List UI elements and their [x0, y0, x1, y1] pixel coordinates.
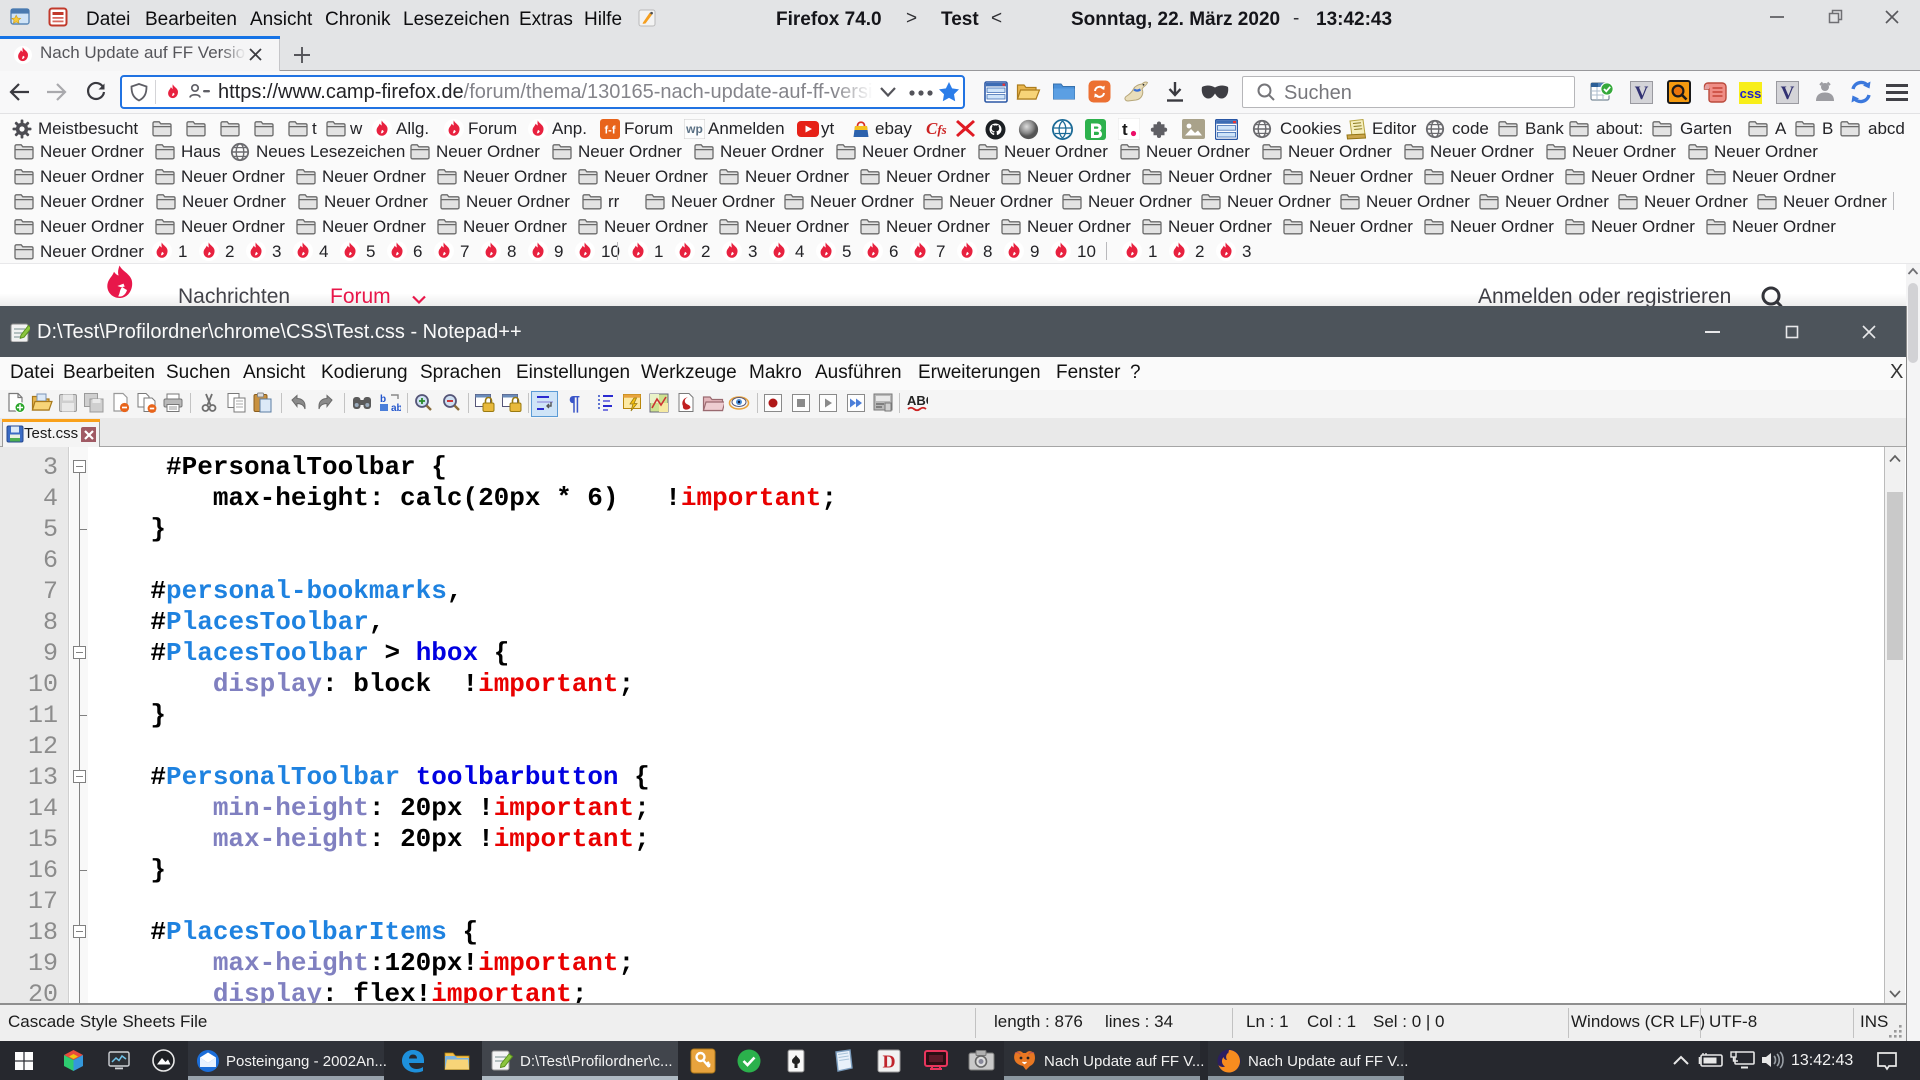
- svg-text:¶: ¶: [569, 393, 580, 414]
- svg-text:D: D: [883, 1052, 896, 1072]
- svg-text:f-f: f-f: [605, 125, 616, 137]
- svg-text:b: b: [380, 394, 386, 405]
- svg-text:wp: wp: [685, 122, 703, 136]
- svg-text:V: V: [1781, 83, 1795, 104]
- svg-text:ab: ab: [391, 403, 401, 414]
- svg-text:ABC: ABC: [907, 393, 928, 408]
- svg-text:css: css: [1740, 86, 1762, 101]
- svg-text:V: V: [1635, 83, 1649, 104]
- svg-text:t: t: [1122, 120, 1128, 139]
- svg-text:Cfs: Cfs: [926, 119, 947, 138]
